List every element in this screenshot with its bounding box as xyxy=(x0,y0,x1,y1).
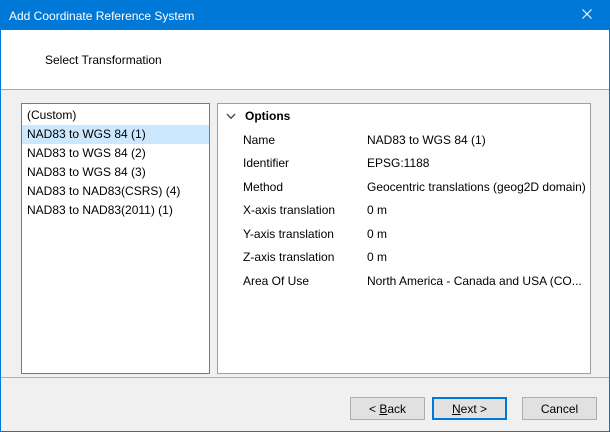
option-label: Y-axis translation xyxy=(243,227,367,241)
cancel-button[interactable]: Cancel xyxy=(522,397,597,420)
close-button[interactable] xyxy=(564,1,609,30)
option-label: X-axis translation xyxy=(243,203,367,217)
options-group-header[interactable]: Options xyxy=(218,104,590,128)
option-value: NAD83 to WGS 84 (1) xyxy=(367,133,590,147)
add-crs-dialog: Add Coordinate Reference System Select T… xyxy=(0,0,610,432)
list-item[interactable]: NAD83 to WGS 84 (1) xyxy=(22,125,209,144)
option-value: EPSG:1188 xyxy=(367,156,590,170)
close-icon xyxy=(581,8,593,23)
titlebar[interactable]: Add Coordinate Reference System xyxy=(1,1,609,30)
window-title: Add Coordinate Reference System xyxy=(1,9,564,23)
wizard-header: Select Transformation xyxy=(1,30,609,90)
step-title: Select Transformation xyxy=(1,53,162,67)
option-value: 0 m xyxy=(367,203,590,217)
options-panel: Options Name NAD83 to WGS 84 (1) Identif… xyxy=(217,103,591,374)
dialog-body: (Custom) NAD83 to WGS 84 (1) NAD83 to WG… xyxy=(1,91,609,378)
option-value: 0 m xyxy=(367,250,590,264)
button-bar: < Back Next > Cancel xyxy=(1,379,609,431)
option-row-z-translation: Z-axis translation 0 m xyxy=(218,246,590,270)
option-label: Method xyxy=(243,180,367,194)
list-item[interactable]: NAD83 to WGS 84 (3) xyxy=(22,163,209,182)
option-value: North America - Canada and USA (CO... xyxy=(367,274,590,288)
option-label: Area Of Use xyxy=(243,274,367,288)
option-row-identifier: Identifier EPSG:1188 xyxy=(218,152,590,176)
option-value: Geocentric translations (geog2D domain) xyxy=(367,180,590,194)
back-button[interactable]: < Back xyxy=(350,397,425,420)
list-item[interactable]: NAD83 to NAD83(2011) (1) xyxy=(22,201,209,220)
list-item[interactable]: NAD83 to WGS 84 (2) xyxy=(22,144,209,163)
chevron-down-icon xyxy=(226,113,236,120)
options-title: Options xyxy=(245,109,290,123)
option-label: Name xyxy=(243,133,367,147)
option-row-method: Method Geocentric translations (geog2D d… xyxy=(218,175,590,199)
option-row-y-translation: Y-axis translation 0 m xyxy=(218,222,590,246)
list-item[interactable]: (Custom) xyxy=(22,106,209,125)
list-item[interactable]: NAD83 to NAD83(CSRS) (4) xyxy=(22,182,209,201)
option-value: 0 m xyxy=(367,227,590,241)
transformation-list[interactable]: (Custom) NAD83 to WGS 84 (1) NAD83 to WG… xyxy=(21,103,210,374)
option-label: Identifier xyxy=(243,156,367,170)
option-row-area-of-use: Area Of Use North America - Canada and U… xyxy=(218,269,590,293)
option-label: Z-axis translation xyxy=(243,250,367,264)
option-row-x-translation: X-axis translation 0 m xyxy=(218,199,590,223)
next-button[interactable]: Next > xyxy=(432,397,507,420)
option-row-name: Name NAD83 to WGS 84 (1) xyxy=(218,128,590,152)
